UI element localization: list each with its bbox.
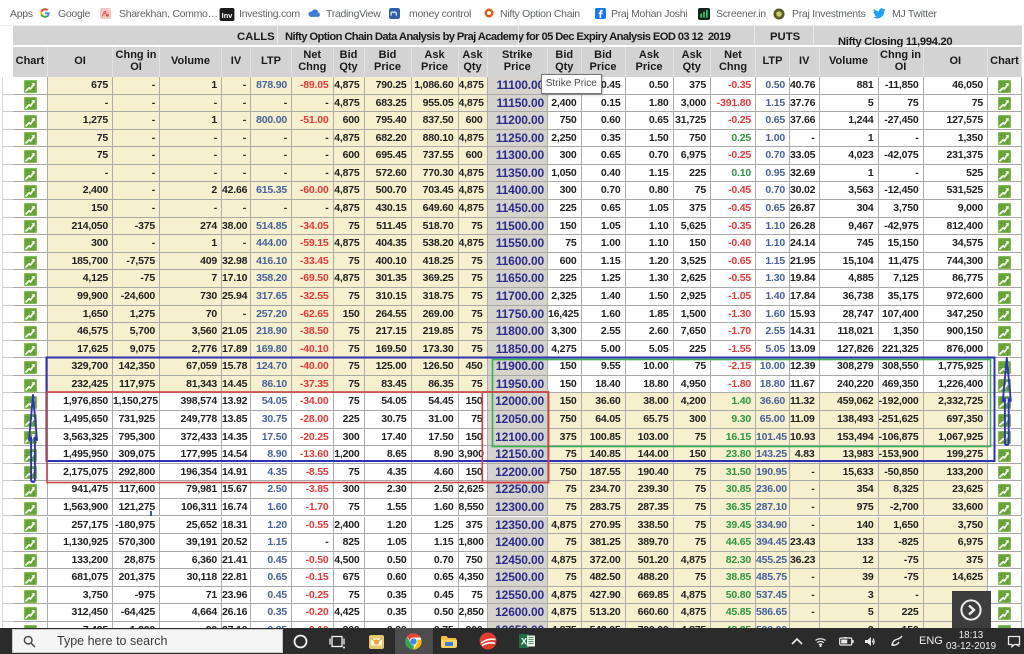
svg-text:Inv: Inv: [222, 11, 234, 20]
svg-text:X: X: [521, 637, 527, 647]
